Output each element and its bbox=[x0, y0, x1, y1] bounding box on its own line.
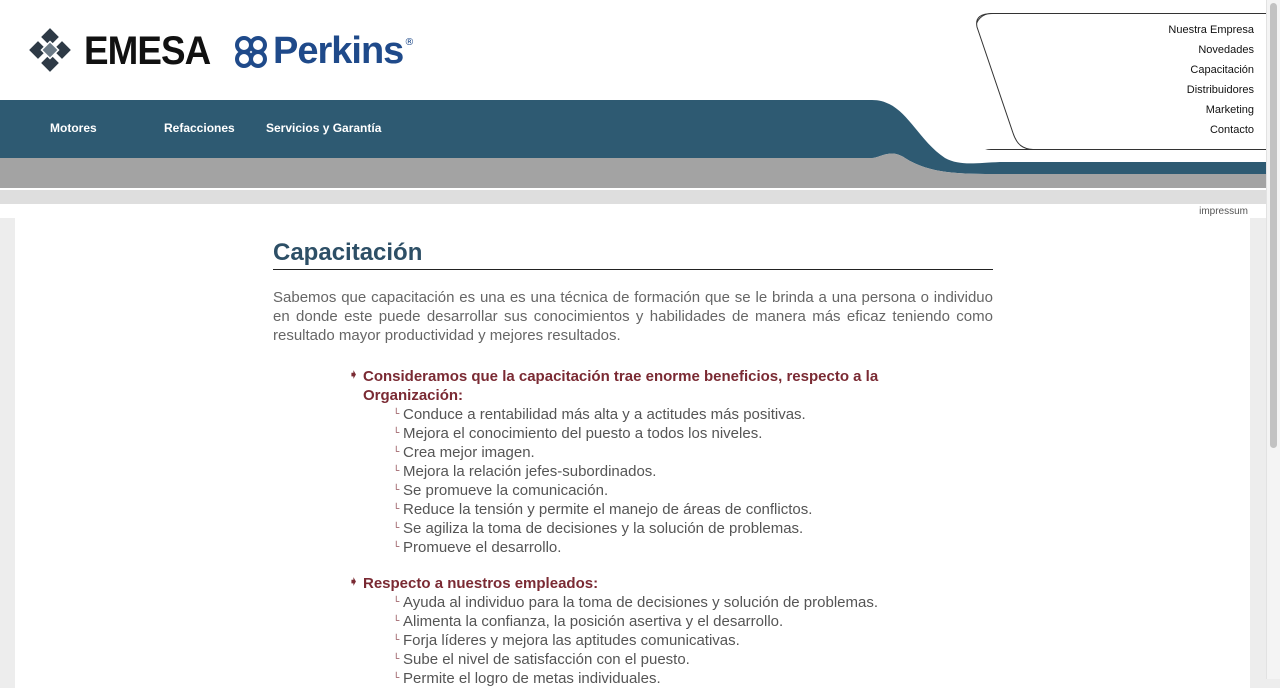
nav-motores[interactable]: Motores bbox=[50, 121, 97, 135]
quick-nav-list: Nuestra Empresa Novedades Capacitación D… bbox=[1168, 21, 1254, 141]
benefit-sections: ➧ Consideramos que la capacitación trae e… bbox=[273, 367, 993, 688]
corner-bullet-icon: └ bbox=[393, 634, 400, 644]
quick-nav-item: Contacto bbox=[1168, 121, 1254, 141]
intro-paragraph: Sabemos que capacitación es una es una t… bbox=[273, 289, 993, 344]
section-heading-text: Respecto a nuestros empleados: bbox=[363, 575, 599, 592]
site-header: EMESA Perkins ® Motores Refacciones Serv… bbox=[0, 0, 1277, 218]
corner-bullet-icon: └ bbox=[393, 615, 400, 625]
list-item-text: Promueve el desarrollo. bbox=[403, 539, 562, 556]
list-item: └ Se promueve la comunicación. bbox=[393, 481, 993, 500]
list-item-text: Reduce la tensión y permite el manejo de… bbox=[403, 501, 813, 518]
list-item: └ Conduce a rentabilidad más alta y a act… bbox=[393, 405, 993, 424]
list-item-text: Se agiliza la toma de decisiones y la so… bbox=[403, 520, 804, 537]
benefit-section: ➧ Respecto a nuestros empleados: └ Ayuda al… bbox=[349, 574, 993, 688]
list-item: └ Ayuda al individuo para la toma de deci… bbox=[393, 593, 993, 612]
page-title: Capacitación bbox=[273, 238, 993, 270]
corner-bullet-icon: └ bbox=[393, 484, 400, 494]
quicknav-novedades[interactable]: Novedades bbox=[1198, 44, 1254, 56]
quicknav-contacto[interactable]: Contacto bbox=[1210, 124, 1254, 136]
section-heading: ➧ Respecto a nuestros empleados: bbox=[349, 574, 973, 593]
list-item: └ Reduce la tensión y permite el manejo d… bbox=[393, 500, 993, 519]
list-item-text: Ayuda al individuo para la toma de decis… bbox=[403, 594, 879, 611]
list-item: └ Promueve el desarrollo. bbox=[393, 538, 993, 557]
quicknav-nuestra-empresa[interactable]: Nuestra Empresa bbox=[1168, 24, 1254, 36]
perkins-wordmark: Perkins bbox=[273, 30, 404, 72]
diamond-arrow-icon: ➧ bbox=[349, 369, 359, 381]
quick-nav-item: Distribuidores bbox=[1168, 81, 1254, 101]
corner-bullet-icon: └ bbox=[393, 522, 400, 532]
list-item: └ Mejora el conocimiento del puesto a tod… bbox=[393, 424, 993, 443]
scrollbar[interactable] bbox=[1266, 0, 1280, 679]
quick-nav-item: Nuestra Empresa bbox=[1168, 21, 1254, 41]
list-item-text: Forja líderes y mejora las aptitudes com… bbox=[403, 632, 740, 649]
quick-nav-item: Novedades bbox=[1168, 41, 1254, 61]
list-item-text: Crea mejor imagen. bbox=[403, 444, 535, 461]
corner-bullet-icon: └ bbox=[393, 541, 400, 551]
list-item-text: Mejora la relación jefes-subordinados. bbox=[403, 463, 657, 480]
list-item: └ Mejora la relación jefes-subordinados. bbox=[393, 462, 993, 481]
nav-refacciones[interactable]: Refacciones bbox=[164, 121, 235, 135]
benefit-list: └ Conduce a rentabilidad más alta y a act… bbox=[349, 405, 993, 557]
quick-nav-item: Marketing bbox=[1168, 101, 1254, 121]
list-item-text: Sube el nivel de satisfacción con el pue… bbox=[403, 651, 690, 668]
nav-servicios-garantia[interactable]: Servicios y Garantía bbox=[266, 121, 381, 135]
corner-bullet-icon: └ bbox=[393, 596, 400, 606]
registered-mark: ® bbox=[404, 37, 415, 48]
diamond-arrow-icon: ➧ bbox=[349, 576, 359, 588]
corner-bullet-icon: └ bbox=[393, 408, 400, 418]
quick-nav-item: Capacitación bbox=[1168, 61, 1254, 81]
corner-bullet-icon: └ bbox=[393, 653, 400, 663]
quicknav-marketing[interactable]: Marketing bbox=[1206, 104, 1254, 116]
list-item-text: Conduce a rentabilidad más alta y a acti… bbox=[403, 406, 806, 423]
list-item: └ Forja líderes y mejora las aptitudes co… bbox=[393, 631, 993, 650]
list-item: └ Crea mejor imagen. bbox=[393, 443, 993, 462]
list-item: └ Sube el nivel de satisfacción con el pu… bbox=[393, 650, 993, 669]
list-item-text: Mejora el conocimiento del puesto a todo… bbox=[403, 425, 763, 442]
benefit-list: └ Ayuda al individuo para la toma de deci… bbox=[349, 593, 993, 688]
emesa-diamond-icon bbox=[28, 28, 73, 74]
impressum-link[interactable]: impressum bbox=[1199, 206, 1248, 217]
scrollbar-thumb[interactable] bbox=[1270, 3, 1277, 448]
article: Capacitación Sabemos que capacitación es… bbox=[273, 238, 993, 688]
benefit-section: ➧ Consideramos que la capacitación trae e… bbox=[349, 367, 993, 557]
quicknav-distribuidores[interactable]: Distribuidores bbox=[1187, 84, 1254, 96]
section-heading-text: Consideramos que la capacitación trae en… bbox=[363, 368, 879, 404]
corner-bullet-icon: └ bbox=[393, 465, 400, 475]
corner-bullet-icon: └ bbox=[393, 427, 400, 437]
quick-nav-slant bbox=[975, 13, 1034, 150]
quick-nav: Nuestra Empresa Novedades Capacitación D… bbox=[975, 13, 1277, 150]
emesa-wordmark: EMESA bbox=[84, 28, 211, 73]
section-heading: ➧ Consideramos que la capacitación trae e… bbox=[349, 367, 973, 405]
list-item-text: Se promueve la comunicación. bbox=[403, 482, 609, 499]
list-item: └ Alimenta la confianza, la posición aser… bbox=[393, 612, 993, 631]
perkins-logo[interactable]: Perkins ® bbox=[233, 30, 414, 73]
perkins-emblem-icon bbox=[235, 35, 267, 68]
corner-bullet-icon: └ bbox=[393, 503, 400, 513]
list-item-text: Alimenta la confianza, la posición asert… bbox=[403, 613, 784, 630]
corner-bullet-icon: └ bbox=[393, 446, 400, 456]
quicknav-capacitacion[interactable]: Capacitación bbox=[1190, 64, 1254, 76]
emesa-logo[interactable]: EMESA bbox=[28, 28, 221, 74]
list-item: └ Se agiliza la toma de decisiones y la s… bbox=[393, 519, 993, 538]
corner-bullet-icon: └ bbox=[393, 672, 400, 682]
